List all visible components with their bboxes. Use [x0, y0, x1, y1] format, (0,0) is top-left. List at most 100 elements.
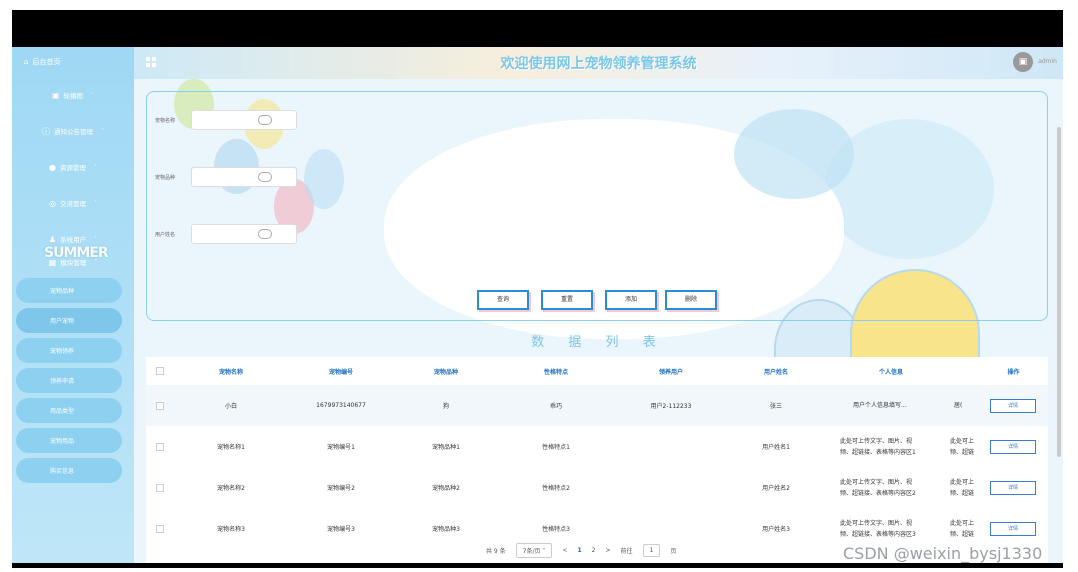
- info-line: 此处可上传文字、图片、视: [840, 437, 913, 445]
- sidebar-item-breed[interactable]: 宠物品种: [16, 278, 122, 303]
- chat-icon: ◎: [49, 198, 56, 208]
- detail-button[interactable]: 详情: [990, 398, 1036, 413]
- cell-info-overflow: 此处可上 频、超链: [950, 477, 974, 499]
- col-header: 领养用户: [658, 368, 683, 376]
- sidebar-item-adoption[interactable]: 宠物领养: [16, 338, 122, 363]
- sidebar-item-user-pet[interactable]: 用户宠物: [16, 308, 122, 333]
- cell-info-overflow: 此处可上 频、超链: [950, 436, 974, 458]
- query-button[interactable]: 查询: [477, 290, 529, 310]
- page-1-button[interactable]: 1: [577, 547, 581, 554]
- info-line: 此处可上传文字、图片、视: [840, 478, 913, 486]
- cell-trait: 乖巧: [549, 403, 562, 410]
- col-header: 用户姓名: [763, 368, 788, 376]
- page-size-select[interactable]: 7条/页 ˅: [515, 543, 553, 558]
- sidebar-menu-resource[interactable]: ● 资源管理 ˅: [12, 149, 134, 185]
- cell-breed: 宠物品种2: [432, 485, 460, 492]
- cloud-icon: [258, 229, 272, 239]
- scrollbar[interactable]: [1057, 127, 1061, 457]
- sidebar-home[interactable]: ⌂ 后台首页: [12, 47, 134, 77]
- goto-page-input[interactable]: 1: [642, 544, 661, 557]
- cell-name: 宠物名称1: [217, 444, 245, 451]
- sidebar-menu-chat[interactable]: ◎ 交流管理 ˅: [12, 185, 134, 221]
- info-line: 频、超链: [950, 448, 975, 456]
- info-icon: ⓘ: [42, 126, 50, 136]
- page-2-button[interactable]: 2: [592, 547, 596, 554]
- pagination: 共 9 条 7条/页 ˅ < 1 2 > 前往 1 页: [486, 543, 676, 558]
- cloud-icon: [258, 172, 272, 182]
- cell-trait: 性格特点3: [542, 526, 570, 533]
- cell-code: 宠物编号2: [327, 485, 355, 492]
- cell-username: 用户姓名3: [762, 526, 790, 533]
- select-all-checkbox[interactable]: [156, 367, 164, 375]
- row-checkbox[interactable]: [156, 524, 164, 533]
- cell-username: 张三: [769, 403, 782, 410]
- chevron-up-icon: ˄: [94, 258, 98, 266]
- info-line: 频、超链接、表格等内容区3: [840, 530, 916, 538]
- chevron-down-icon: ˅: [91, 91, 95, 99]
- image-icon: ▣: [51, 90, 60, 100]
- delete-button[interactable]: 删除: [665, 290, 717, 310]
- cell-info-overflow: 居(: [954, 402, 963, 409]
- goto-label: 前往: [620, 548, 633, 555]
- name-input[interactable]: [191, 110, 297, 130]
- avatar[interactable]: ▣: [1013, 52, 1033, 72]
- info-line: 频、超链: [950, 530, 975, 538]
- sidebar-menu-notice[interactable]: ⓘ 通知公告管理 ˅: [12, 113, 134, 149]
- col-header: 个人信息: [878, 368, 903, 376]
- sidebar-item-application[interactable]: 领养申请: [16, 368, 122, 393]
- pager-total: 共 9 条: [486, 548, 506, 555]
- cell-info-overflow: 此处可上 频、超链: [950, 518, 974, 540]
- search-field-username: 用户姓名: [155, 224, 297, 244]
- cell-username: 用户姓名1: [762, 444, 790, 451]
- search-panel: 宠物名称 宠物品种 用户姓名 查询 重置 添加 删除: [146, 91, 1048, 321]
- detail-button[interactable]: 详情: [990, 439, 1036, 454]
- cell-info: 此处可上传文字、图片、视 频、超链接、表格等内容区3: [840, 518, 916, 540]
- sidebar-item-supply-type[interactable]: 用品类型: [16, 398, 122, 423]
- cell-info: 此处可上传文字、图片、视 频、超链接、表格等内容区2: [840, 477, 916, 499]
- watermark: CSDN @weixin_bysj1330: [843, 544, 1043, 563]
- info-line: 频、超链: [950, 489, 975, 497]
- prev-page-button[interactable]: <: [562, 547, 567, 554]
- sidebar-item-supply[interactable]: 宠物用品: [16, 428, 122, 453]
- cell-name: 宠物名称3: [217, 526, 245, 533]
- add-button[interactable]: 添加: [605, 290, 657, 310]
- summer-decoration: SUMMER: [44, 245, 109, 261]
- cell-name: 宠物名称2: [217, 485, 245, 492]
- app: ⌂ 后台首页 ▣ 轮播图 ˅ ⓘ 通知公告管理 ˅ ● 资源管理 ˅ ◎ 交流管…: [12, 47, 1063, 563]
- field-label: 宠物名称: [155, 117, 176, 124]
- row-checkbox[interactable]: [156, 401, 164, 410]
- page-size-value: 7条/页: [522, 548, 541, 555]
- breed-input[interactable]: [191, 167, 297, 187]
- sidebar-menu-label: 通知公告管理: [54, 128, 93, 136]
- col-header: 性格特点: [543, 368, 568, 376]
- row-checkbox[interactable]: [156, 483, 164, 492]
- info-line: 此处可上: [950, 519, 975, 527]
- reset-button[interactable]: 重置: [541, 290, 593, 310]
- sidebar-item-purchase[interactable]: 购买信息: [16, 458, 122, 483]
- detail-button[interactable]: 详情: [990, 480, 1036, 495]
- detail-button[interactable]: 详情: [990, 521, 1036, 536]
- username-input[interactable]: [191, 224, 297, 244]
- sidebar-menu-label: 系统用户: [60, 236, 87, 244]
- col-header: 宠物品种: [433, 368, 458, 376]
- next-page-button[interactable]: >: [605, 547, 610, 554]
- field-label: 宠物品种: [155, 174, 176, 181]
- data-table: 宠物名称 宠物编号 宠物品种 性格特点 领养用户 用户姓名 个人信息 操作 小白…: [146, 357, 1048, 563]
- cell-trait: 性格特点2: [542, 485, 570, 492]
- cell-info: 此处可上传文字、图片、视 频、超链接、表格等内容区1: [840, 436, 916, 458]
- cell-breed: 狗: [442, 403, 449, 410]
- sidebar-menu-label: 交流管理: [59, 200, 86, 208]
- info-line: 此处可上: [950, 437, 975, 445]
- cell-name: 小白: [224, 403, 237, 410]
- info-line: 频、超链接、表格等内容区2: [840, 489, 916, 497]
- cell-code: 宠物编号3: [327, 526, 355, 533]
- username[interactable]: admin: [1038, 58, 1057, 65]
- row-checkbox[interactable]: [156, 442, 164, 451]
- sidebar-menu-carousel[interactable]: ▣ 轮播图 ˅: [12, 77, 134, 113]
- sidebar-home-label: 后台首页: [32, 58, 61, 66]
- col-header: 宠物名称: [218, 368, 243, 376]
- table-row: 宠物名称2 宠物编号2 宠物品种2 性格特点2 用户姓名2 此处可上传文字、图片…: [146, 467, 1048, 508]
- cell-breed: 宠物品种3: [432, 526, 460, 533]
- header: 欢迎使用网上宠物领养管理系统 ▣ admin: [134, 47, 1063, 79]
- sidebar-menu-label: 轮播图: [63, 92, 84, 100]
